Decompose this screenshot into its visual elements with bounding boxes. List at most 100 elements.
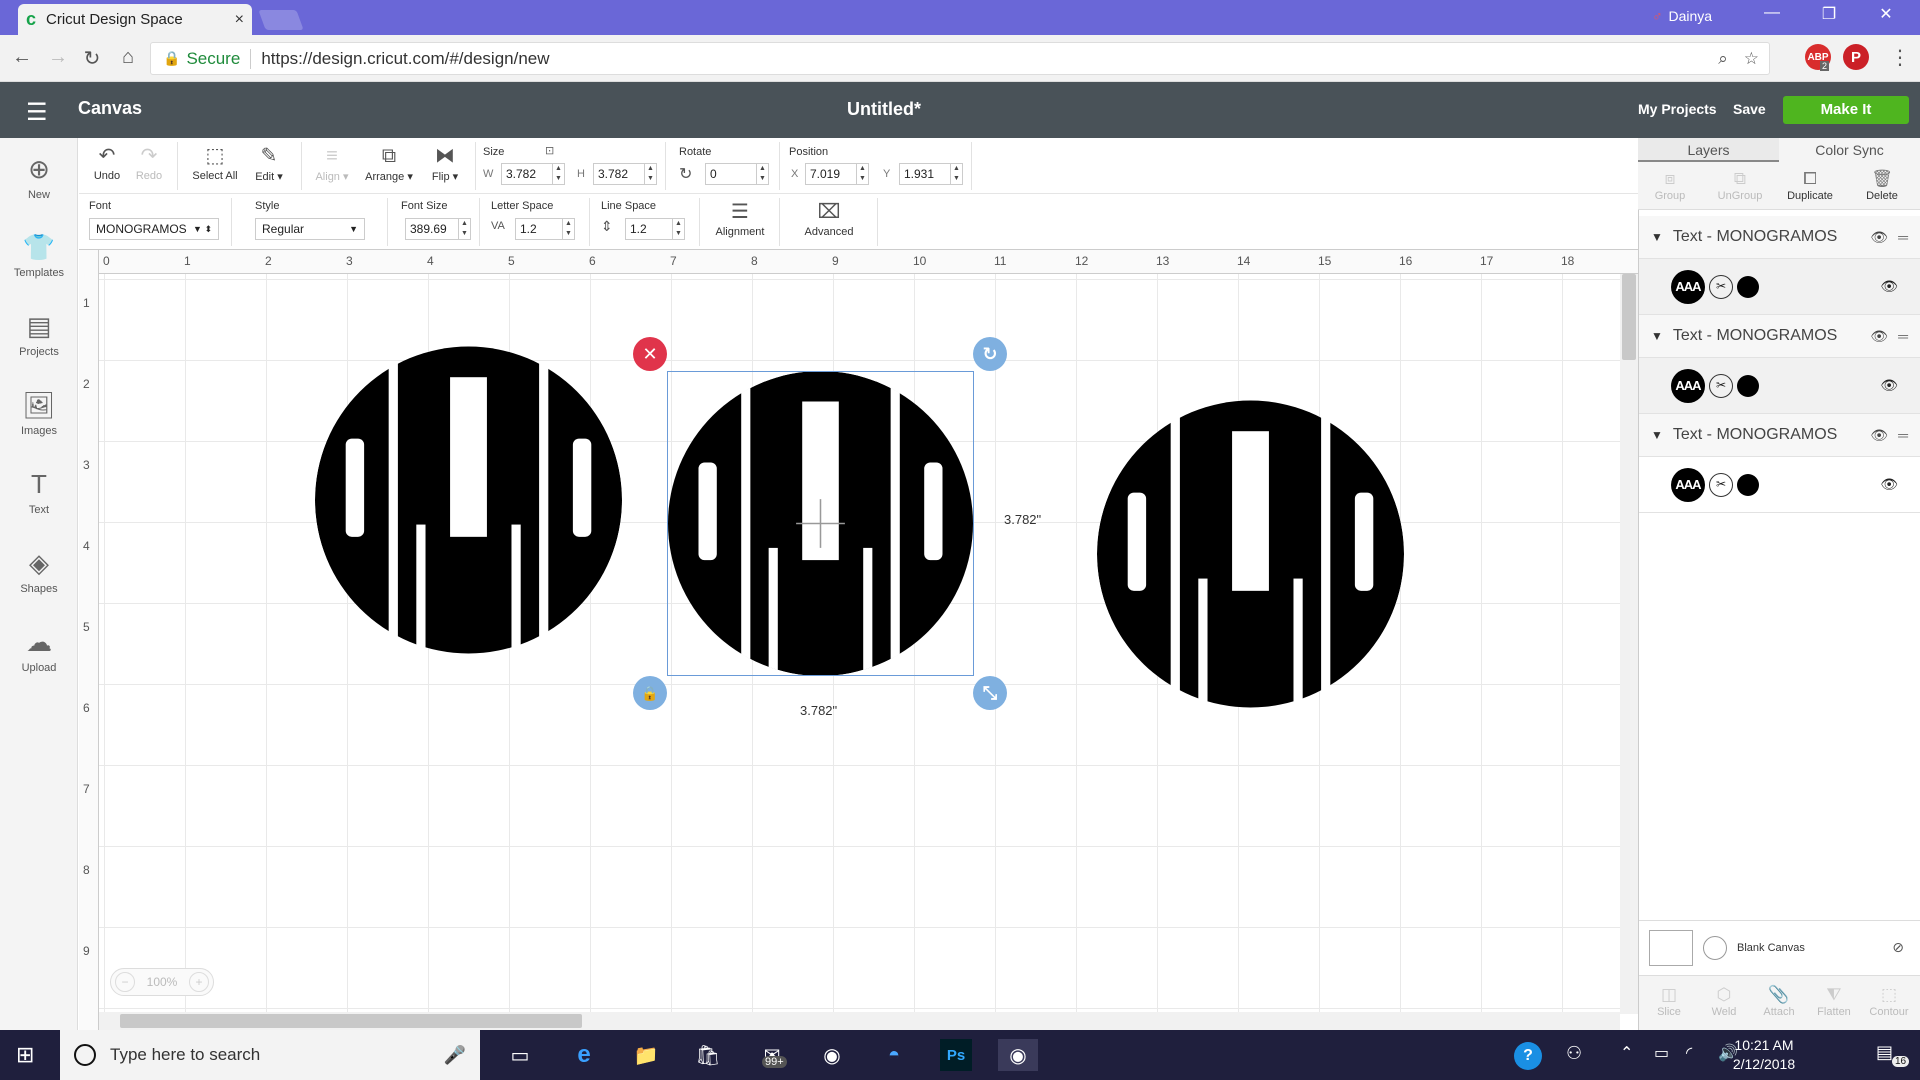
font-size-input[interactable]: 389.69 ▲ ▼ xyxy=(405,218,471,240)
font-select[interactable]: MONOGRAMOS ▼ ⬍ xyxy=(89,218,219,240)
app-icon[interactable]: ◓ xyxy=(874,1039,914,1071)
spin-arrows-icon[interactable]: ▲ ▼ xyxy=(458,219,470,239)
collapse-triangle-icon[interactable]: ▼ xyxy=(1651,230,1663,244)
layer-group-header[interactable]: ▼ Text - MONOGRAMOS 👁 ═ xyxy=(1639,216,1920,259)
duplicate-button[interactable]: ⧠ Duplicate xyxy=(1782,168,1838,202)
flatten-button[interactable]: ⧨ Flatten xyxy=(1806,984,1862,1018)
save-button[interactable]: Save xyxy=(1733,101,1766,117)
delete-handle-icon[interactable]: ✕ xyxy=(633,337,667,371)
eye-icon[interactable]: 👁 xyxy=(1880,476,1898,493)
store-icon[interactable]: 🛍 xyxy=(688,1039,728,1071)
vertical-scroll-thumb[interactable] xyxy=(1622,274,1636,360)
vertical-scrollbar[interactable] xyxy=(1620,274,1638,1014)
selection-box[interactable] xyxy=(667,371,974,676)
drag-handle-icon[interactable]: ═ xyxy=(1898,427,1908,443)
eye-icon[interactable]: 👁 xyxy=(1870,427,1888,444)
arrange-button[interactable]: ⧉ Arrange ▾ xyxy=(359,142,419,183)
chrome-icon[interactable]: ◉ xyxy=(812,1039,852,1071)
scissors-icon[interactable]: ✂ xyxy=(1709,472,1733,497)
restore-icon[interactable]: ❐ xyxy=(1809,4,1849,24)
document-title[interactable]: Untitled* xyxy=(0,99,1768,120)
layer-row[interactable]: AAA ✂ 👁 xyxy=(1639,259,1920,315)
rotate-handle-icon[interactable]: ↻ xyxy=(973,337,1007,371)
monogram-aaa-right[interactable] xyxy=(1097,400,1404,708)
x-position-input[interactable]: 7.019 ▲ ▼ xyxy=(805,163,869,185)
eye-icon[interactable]: 👁 xyxy=(1880,278,1898,295)
height-input[interactable]: 3.782 ▲ ▼ xyxy=(593,163,657,185)
sidebar-item-shapes[interactable]: ◈ Shapes xyxy=(0,546,78,595)
pinterest-extension-icon[interactable]: P xyxy=(1843,44,1869,70)
sidebar-item-templates[interactable]: 👕 Templates xyxy=(0,230,78,279)
taskbar-clock[interactable]: 10:21 AM 2/12/2018 xyxy=(1714,1036,1814,1074)
width-input[interactable]: 3.782 ▲ ▼ xyxy=(501,163,565,185)
collapse-triangle-icon[interactable]: ▼ xyxy=(1651,329,1663,343)
help-icon[interactable]: ? xyxy=(1514,1042,1542,1070)
line-space-input[interactable]: 1.2 ▲ ▼ xyxy=(625,218,685,240)
undo-button[interactable]: ↶ Undo xyxy=(89,142,125,182)
chrome-menu-icon[interactable]: ⋮ xyxy=(1890,45,1910,70)
file-explorer-icon[interactable]: 📁 xyxy=(626,1039,666,1071)
tab-color-sync[interactable]: Color Sync xyxy=(1779,138,1920,162)
delete-button[interactable]: 🗑 Delete xyxy=(1854,168,1910,202)
flip-button[interactable]: ⧓ Flip ▾ xyxy=(423,142,467,183)
eye-icon[interactable]: 👁 xyxy=(1880,377,1898,394)
align-button[interactable]: ≡ Align ▾ xyxy=(307,142,357,183)
spin-arrows-icon[interactable]: ▲ ▼ xyxy=(644,164,656,184)
attach-button[interactable]: 📎 Attach xyxy=(1751,984,1807,1018)
people-icon[interactable]: ⚇ xyxy=(1566,1043,1582,1064)
spin-arrows-icon[interactable]: ▲ ▼ xyxy=(562,219,574,239)
layer-row[interactable]: AAA ✂ 👁 xyxy=(1639,358,1920,414)
tab-close-icon[interactable]: × xyxy=(235,11,244,29)
contour-button[interactable]: ⬚ Contour xyxy=(1861,984,1917,1018)
color-swatch[interactable] xyxy=(1737,374,1759,397)
zoom-out-button[interactable]: − xyxy=(115,972,135,992)
alignment-button[interactable]: ☰ Alignment xyxy=(707,198,773,238)
drag-handle-icon[interactable]: ═ xyxy=(1898,229,1908,245)
scissors-icon[interactable]: ✂ xyxy=(1709,373,1733,398)
resize-handle-icon[interactable]: ⤡ xyxy=(973,676,1007,710)
weld-button[interactable]: ⬡ Weld xyxy=(1696,984,1752,1018)
back-icon[interactable]: ← xyxy=(8,46,36,69)
browser-user[interactable]: ♂ Dainya xyxy=(1652,8,1712,24)
lock-handle-icon[interactable]: 🔒 xyxy=(633,676,667,710)
battery-icon[interactable]: ▭ xyxy=(1654,1043,1669,1063)
y-position-input[interactable]: 1.931 ▲ ▼ xyxy=(899,163,963,185)
scissors-icon[interactable]: ✂ xyxy=(1709,274,1733,299)
letter-space-input[interactable]: 1.2 ▲ ▼ xyxy=(515,218,575,240)
my-projects-link[interactable]: My Projects xyxy=(1638,101,1717,117)
sidebar-item-projects[interactable]: ▤ Projects xyxy=(0,309,78,358)
spin-arrows-icon[interactable]: ▲ ▼ xyxy=(856,164,868,184)
edit-button[interactable]: ✎ Edit ▾ xyxy=(247,142,291,183)
monogram-aaa-left[interactable] xyxy=(315,346,622,654)
select-all-button[interactable]: ⬚ Select All xyxy=(189,142,241,182)
wifi-icon[interactable]: ◜ xyxy=(1686,1043,1692,1063)
photoshop-icon[interactable]: Ps xyxy=(940,1039,972,1071)
zoom-icon[interactable]: ⌕ xyxy=(1718,49,1728,69)
task-view-icon[interactable]: ▭ xyxy=(500,1039,540,1071)
eye-icon[interactable]: 👁 xyxy=(1870,328,1888,345)
group-button[interactable]: ⧈ Group xyxy=(1642,168,1698,202)
minimize-icon[interactable]: — xyxy=(1752,4,1792,22)
sidebar-item-text[interactable]: T Text xyxy=(0,467,78,516)
taskbar-search[interactable]: Type here to search 🎤 xyxy=(60,1030,480,1080)
layer-group-header[interactable]: ▼ Text - MONOGRAMOS 👁 ═ xyxy=(1639,315,1920,358)
canvas-toggle[interactable] xyxy=(1703,935,1727,960)
new-tab-button[interactable] xyxy=(258,10,304,30)
notification-icon[interactable]: ▤ xyxy=(1876,1042,1893,1063)
sidebar-item-images[interactable]: 🖼 Images xyxy=(0,388,78,437)
advanced-button[interactable]: ⌧ Advanced xyxy=(789,198,869,238)
hide-eye-icon[interactable]: ⊘ xyxy=(1892,939,1904,956)
omnibox[interactable]: 🔒 Secure https://design.cricut.com/#/des… xyxy=(150,42,1770,75)
size-lock-icon[interactable]: ⊡ xyxy=(545,144,554,157)
horizontal-scroll-thumb[interactable] xyxy=(120,1014,582,1028)
collapse-triangle-icon[interactable]: ▼ xyxy=(1651,428,1663,442)
spin-arrows-icon[interactable]: ▲ ▼ xyxy=(552,164,564,184)
spin-arrows-icon[interactable]: ▲ ▼ xyxy=(756,164,768,184)
slice-button[interactable]: ◫ Slice xyxy=(1641,984,1697,1018)
canvas-color-swatch[interactable] xyxy=(1649,929,1693,966)
edge-icon[interactable]: e xyxy=(564,1039,604,1071)
layer-group-header[interactable]: ▼ Text - MONOGRAMOS 👁 ═ xyxy=(1639,414,1920,457)
spin-arrows-icon[interactable]: ▲ ▼ xyxy=(672,219,684,239)
close-window-icon[interactable]: ✕ xyxy=(1866,4,1906,24)
bookmark-star-icon[interactable]: ☆ xyxy=(1744,49,1759,69)
